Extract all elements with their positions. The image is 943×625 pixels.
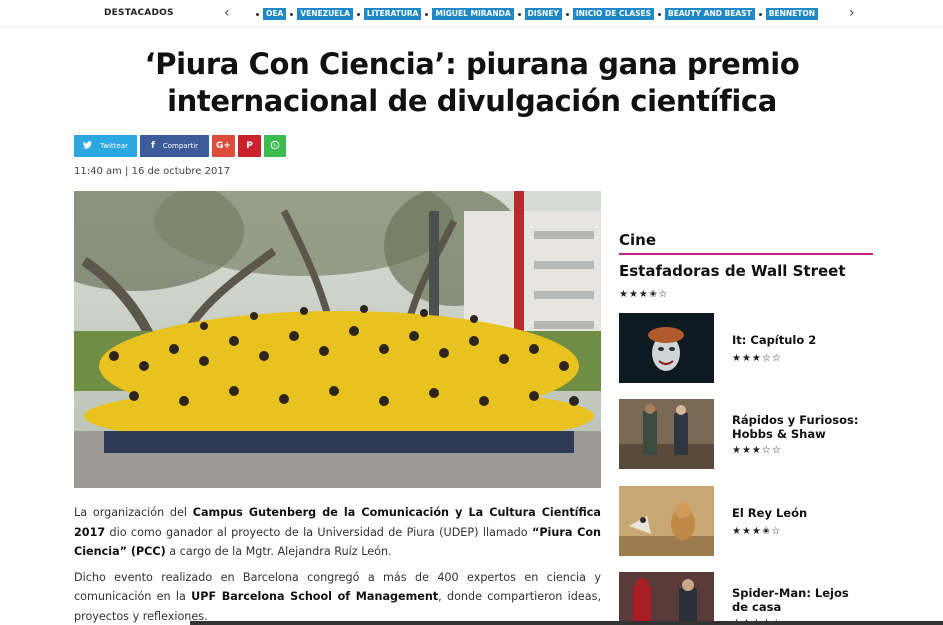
article-paragraph: Dicho evento realizado en Barcelona cong… <box>74 568 601 625</box>
sidebar-section-title: Cine <box>619 231 657 249</box>
movie-rating: ★★★☆☆ <box>732 353 782 364</box>
movie-title[interactable]: El Rey León <box>732 506 862 520</box>
movie-thumbnail[interactable] <box>619 572 714 625</box>
google-plus-icon: G+ <box>216 141 231 151</box>
paragraph-text: dio como ganador al proyecto de la Unive… <box>105 525 532 539</box>
share-bar: Twittear f Compartir G+ P <box>74 135 289 157</box>
tag-separator <box>356 12 360 16</box>
tag-inicio-de-clases[interactable]: INICIO DE CLASES <box>572 8 655 20</box>
movie-thumbnail[interactable] <box>619 486 714 556</box>
article-body: La organización del Campus Gutenberg de … <box>74 503 601 625</box>
article-photo <box>74 191 601 488</box>
article-paragraph: La organización del Campus Gutenberg de … <box>74 503 601 562</box>
twitter-share-button[interactable]: Twittear <box>74 135 137 157</box>
movie-card[interactable]: Rápidos y Furiosos: Hobbs & Shaw ★★★☆☆ <box>619 399 873 469</box>
movie-rating: ★★★☆☆ <box>732 445 782 456</box>
chevron-right-icon[interactable]: › <box>849 5 855 21</box>
tag-separator <box>658 12 662 16</box>
tag-benneton[interactable]: BENNETON <box>765 8 819 20</box>
pinterest-icon: P <box>246 141 253 151</box>
bottom-bar <box>190 621 943 625</box>
paragraph-text: La organización del <box>74 506 193 519</box>
movie-rating: ★★★✬☆ <box>732 526 782 537</box>
movie-thumbnail[interactable] <box>619 399 714 469</box>
pinterest-share-button[interactable]: P <box>238 135 261 157</box>
tag-separator <box>565 12 569 16</box>
tag-separator <box>517 12 521 16</box>
tag-oea[interactable]: OEA <box>263 8 287 20</box>
publish-date: 11:40 am | 16 de octubre 2017 <box>74 166 231 177</box>
movie-title[interactable]: Spider-Man: Lejos de casa <box>732 586 862 614</box>
trending-label: DESTACADOS <box>104 8 174 18</box>
twitter-icon <box>83 140 93 152</box>
featured-movie-title[interactable]: Estafadoras de Wall Street <box>619 262 846 280</box>
sidebar-divider <box>619 253 873 255</box>
movie-card[interactable]: El Rey León ★★★✬☆ <box>619 486 873 556</box>
facebook-share-button[interactable]: f Compartir <box>140 135 209 157</box>
google-plus-share-button[interactable]: G+ <box>212 135 235 157</box>
movie-card[interactable]: It: Capítulo 2 ★★★☆☆ <box>619 313 873 383</box>
article-headline: ‘Piura Con Ciencia’: piurana gana premio… <box>144 47 800 118</box>
featured-movie-rating: ★★★✬☆ <box>619 289 669 300</box>
trending-bar: DESTACADOS ‹ OEA VENEZUELA LITERATURA MI… <box>0 0 943 28</box>
movie-title[interactable]: It: Capítulo 2 <box>732 333 862 347</box>
tag-separator <box>425 12 429 16</box>
movie-thumbnail[interactable] <box>619 313 714 383</box>
facebook-icon: f <box>150 141 155 151</box>
tag-disney[interactable]: DISNEY <box>524 8 562 20</box>
school-name: UPF Barcelona School of Management <box>191 590 439 603</box>
tag-miguel-miranda[interactable]: MIGUEL MIRANDA <box>432 8 514 20</box>
whatsapp-icon <box>270 140 280 153</box>
movie-card[interactable]: Spider-Man: Lejos de casa ★★★★☆ <box>619 572 873 625</box>
trending-tags: OEA VENEZUELA LITERATURA MIGUEL MIRANDA … <box>252 8 819 20</box>
tag-venezuela[interactable]: VENEZUELA <box>297 8 353 20</box>
movie-title[interactable]: Rápidos y Furiosos: Hobbs & Shaw <box>732 413 862 441</box>
tag-literatura[interactable]: LITERATURA <box>363 8 422 20</box>
tag-beauty-and-beast[interactable]: BEAUTY AND BEAST <box>665 8 755 20</box>
twitter-share-label: Twittear <box>100 142 128 150</box>
whatsapp-share-button[interactable] <box>264 135 286 157</box>
paragraph-text: a cargo de la Mgtr. Alejandra Ruíz León. <box>165 545 392 558</box>
tag-separator <box>290 12 294 16</box>
tag-separator <box>256 12 259 16</box>
chevron-left-icon[interactable]: ‹ <box>224 5 230 21</box>
tag-separator <box>758 12 762 16</box>
facebook-share-label: Compartir <box>162 142 199 150</box>
